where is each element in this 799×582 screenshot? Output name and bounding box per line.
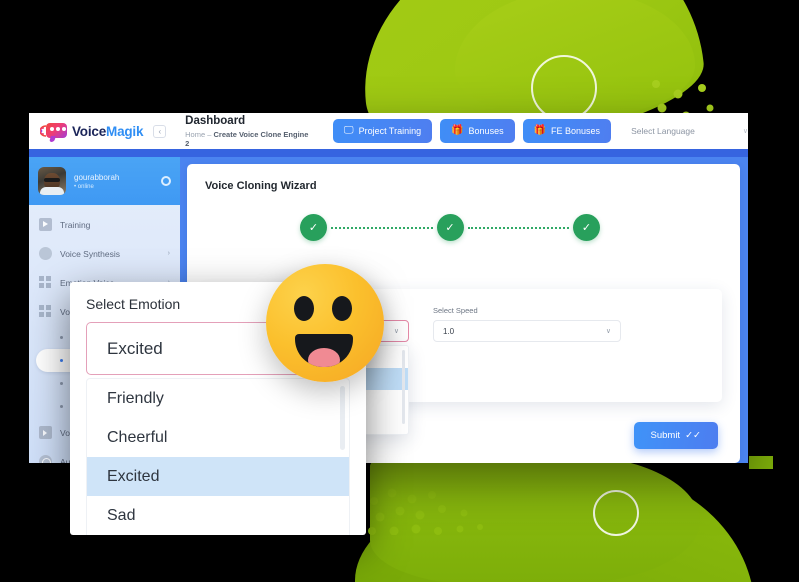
submit-button[interactable]: Submit ✓✓ <box>633 422 718 449</box>
avatar <box>38 167 66 195</box>
profile-info: gourabborah • online <box>74 173 153 190</box>
dialog-option[interactable]: Cheerful <box>87 418 349 457</box>
gift-box-icon: 🎁 <box>533 125 547 136</box>
chevron-down-icon: ∨ <box>742 128 748 135</box>
wizard-step-3[interactable]: ✓ <box>573 214 600 241</box>
emotion-icon <box>39 276 52 289</box>
sidebar-item-voice-synthesis[interactable]: Voice Synthesis › <box>29 239 180 268</box>
bonuses-button[interactable]: 🎁 Bonuses <box>440 119 515 143</box>
fe-bonuses-button[interactable]: 🎁 FE Bonuses <box>522 119 612 143</box>
logo-text: VoiceMagik <box>72 124 143 139</box>
sidebar-item-training[interactable]: Training <box>29 210 180 239</box>
profile-status: • online <box>74 184 153 190</box>
project-training-label: Project Training <box>358 126 422 136</box>
sidebar-collapse-button[interactable]: ‹ <box>153 124 167 138</box>
dialog-option-selected[interactable]: Excited <box>87 457 349 496</box>
fe-bonuses-label: FE Bonuses <box>551 126 601 136</box>
profile-card[interactable]: gourabborah • online <box>29 157 180 205</box>
breadcrumb-home[interactable]: Home <box>185 130 205 139</box>
sidebar-item-label: Training <box>60 219 91 230</box>
emoji-eye-left <box>294 296 314 321</box>
wizard-stepper: ✓ ✓ ✓ <box>300 214 600 241</box>
chevron-down-icon: ∨ <box>393 328 399 335</box>
decorative-dots-bottom <box>368 488 483 535</box>
language-placeholder: Select Language <box>631 126 695 136</box>
wizard-step-2[interactable]: ✓ <box>436 214 464 241</box>
dialog-option[interactable]: Friendly <box>87 379 349 418</box>
bonuses-label: Bonuses <box>468 126 504 136</box>
step-connector <box>467 226 569 229</box>
decorative-ring-bottom <box>593 490 639 536</box>
dialog-scrollbar[interactable] <box>340 386 345 450</box>
grid-icon <box>39 305 52 318</box>
emoji-mouth <box>295 334 353 367</box>
folder-play-icon <box>39 426 52 439</box>
wizard-title: Voice Cloning Wizard <box>205 180 317 192</box>
page-root: VoiceMagik ‹ Dashboard Home – Create Voi… <box>0 0 799 582</box>
speed-field-label: Select Speed <box>433 306 478 315</box>
accent-bar <box>29 149 748 157</box>
page-heading-group: Dashboard Home – Create Voice Clone Engi… <box>178 115 313 148</box>
language-select[interactable]: Select Language ∨ <box>631 126 748 136</box>
dropdown-scrollbar[interactable] <box>402 350 405 424</box>
emoji-eye-right <box>332 296 352 321</box>
dialog-option-list[interactable]: Friendly Cheerful Excited Sad <box>86 378 350 535</box>
bullet-icon <box>60 359 63 362</box>
logo-text-secondary: Magik <box>106 123 144 139</box>
play-icon <box>39 218 52 231</box>
decorative-green-tab <box>749 456 773 469</box>
voicemagik-logo-icon <box>40 122 67 141</box>
submit-label: Submit <box>650 430 681 441</box>
sidebar-item-label: Voice Synthesis <box>60 248 121 259</box>
step-connector <box>331 226 433 229</box>
project-training-button[interactable]: 🖵 Project Training <box>332 119 433 143</box>
top-bar: VoiceMagik ‹ Dashboard Home – Create Voi… <box>29 113 748 149</box>
breadcrumb: Home – Create Voice Clone Engine 2 <box>185 130 313 148</box>
page-title: Dashboard <box>185 114 246 127</box>
monitor-icon: 🖵 <box>343 125 354 136</box>
wizard-step-1[interactable]: ✓ <box>300 214 327 241</box>
app-logo[interactable]: VoiceMagik ‹ <box>29 122 178 141</box>
chevron-down-icon: ∨ <box>605 328 611 335</box>
chevron-right-icon: › <box>167 250 170 257</box>
audio-icon <box>39 455 52 463</box>
flower-icon <box>39 247 52 260</box>
breadcrumb-separator: – <box>207 129 212 139</box>
grinning-face-emoji <box>266 264 384 382</box>
submit-row: Submit ✓✓ <box>633 422 718 449</box>
emoji-tongue <box>308 348 340 367</box>
bullet-icon <box>60 382 63 385</box>
bullet-icon <box>60 336 63 339</box>
logo-text-primary: Voice <box>72 123 107 139</box>
profile-name: gourabborah <box>74 172 120 182</box>
dialog-option[interactable]: Sad <box>87 496 349 535</box>
gear-icon[interactable] <box>161 176 171 186</box>
speed-select-value: 1.0 <box>443 326 455 336</box>
header-action-buttons: 🖵 Project Training 🎁 Bonuses 🎁 FE Bonuse… <box>332 119 748 143</box>
decorative-ring-top <box>531 55 597 121</box>
profile-status-label: online <box>77 183 94 190</box>
check-icon: ✓✓ <box>685 430 701 441</box>
speed-select[interactable]: 1.0 ∨ <box>433 320 621 342</box>
gift-icon: 🎁 <box>451 125 464 136</box>
speed-field-group: Select Speed 1.0 ∨ <box>433 306 621 342</box>
dialog-selected-value: Excited <box>107 338 163 358</box>
status-dot-icon: • <box>74 183 77 190</box>
bullet-icon <box>60 405 63 408</box>
